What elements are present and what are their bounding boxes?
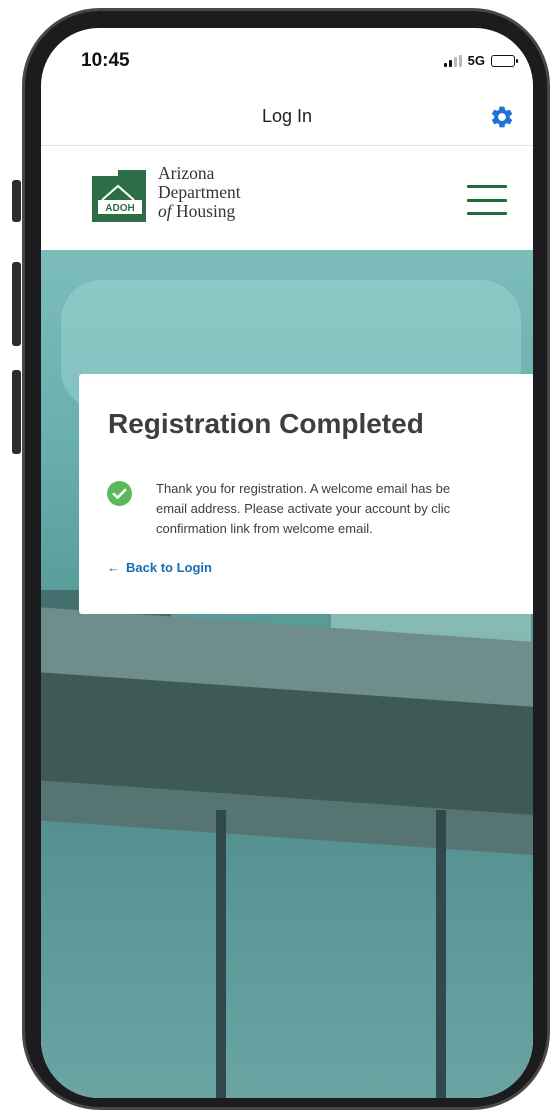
logo-line-3-rest: Housing	[171, 201, 236, 221]
logo-line-3-italic: of	[158, 201, 172, 221]
logo-text: Arizona Department of Housing	[158, 164, 241, 221]
arrow-left-icon: ←	[107, 560, 120, 575]
browser-header: Log In	[41, 96, 533, 146]
card-title: Registration Completed	[108, 408, 424, 439]
volume-up-button	[12, 262, 21, 346]
status-indicators: 5G	[443, 53, 518, 68]
status-time: 10:45	[81, 50, 130, 71]
logo-line-3: of Housing	[158, 202, 241, 221]
hamburger-menu-icon-bar	[467, 185, 507, 188]
confirmation-message: Thank you for registration. A welcome em…	[156, 479, 533, 539]
logo-badge-text: ADOH	[105, 203, 134, 214]
gear-icon	[491, 106, 513, 128]
back-to-login-label: Back to Login	[126, 560, 212, 575]
hamburger-menu-icon-bar	[467, 198, 507, 202]
check-circle-icon	[107, 481, 132, 506]
message-line: Thank you for registration. A welcome em…	[156, 481, 451, 496]
silent-switch	[12, 180, 21, 222]
network-label: 5G	[467, 53, 485, 68]
phone-screen: 10:45 5G Log In ADOH Arizona Department …	[41, 28, 533, 1098]
battery-icon	[491, 54, 518, 67]
volume-down-button	[12, 370, 21, 454]
adoh-logo-mark: ADOH	[92, 170, 146, 222]
logo-line-1: Arizona	[158, 163, 215, 183]
registration-card: Registration Completed Thank you for reg…	[79, 374, 533, 614]
page-title: Log In	[261, 106, 313, 126]
status-bar: 10:45 5G	[41, 28, 533, 96]
adoh-logo[interactable]: ADOH Arizona Department of Housing	[88, 164, 241, 224]
settings-button[interactable]	[485, 100, 519, 134]
message-line: confirmation link from welcome email.	[156, 521, 373, 536]
hamburger-menu-button[interactable]	[467, 185, 507, 215]
message-line: email address. Please activate your acco…	[156, 501, 451, 516]
hamburger-menu-icon-bar	[467, 212, 507, 215]
back-to-login-link[interactable]: ← Back to Login	[107, 560, 212, 575]
logo-line-2: Department	[158, 182, 241, 202]
site-header: ADOH Arizona Department of Housing	[41, 147, 533, 250]
signal-icon	[443, 54, 462, 67]
